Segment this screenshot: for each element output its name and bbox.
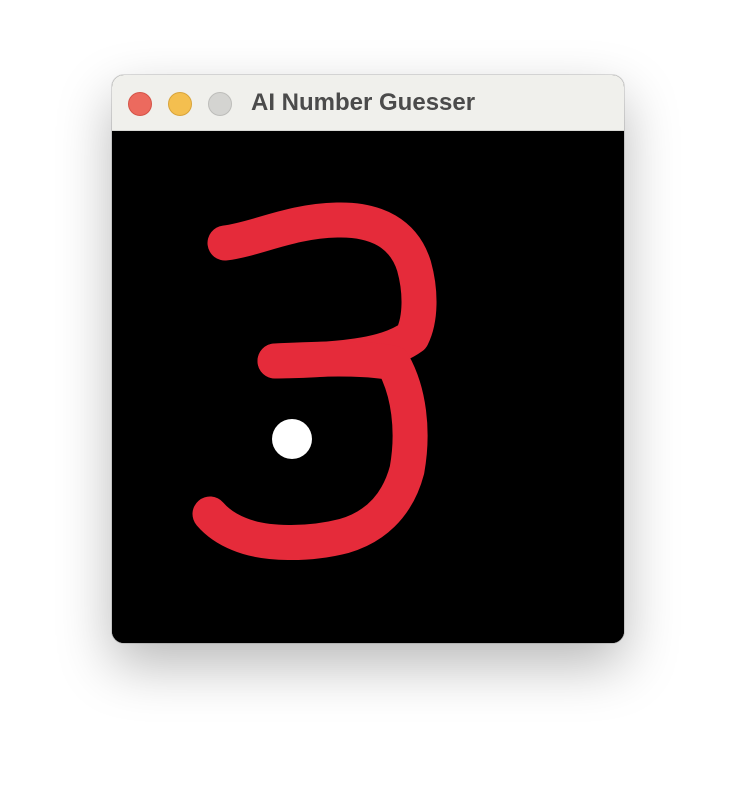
cursor-dot-icon [272, 419, 312, 459]
minimize-window-button[interactable] [168, 92, 192, 116]
drawing-canvas[interactable] [112, 131, 624, 643]
close-window-button[interactable] [128, 92, 152, 116]
window-title: AI Number Guesser [251, 89, 476, 116]
zoom-window-button[interactable] [208, 92, 232, 116]
window-titlebar[interactable]: AI Number Guesser [112, 75, 624, 131]
app-window: AI Number Guesser [112, 75, 624, 643]
